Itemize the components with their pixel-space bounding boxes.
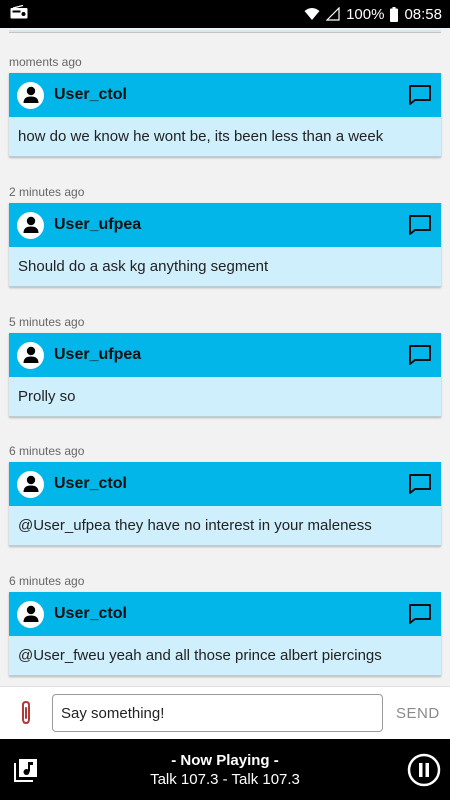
message-card: User_ctol how do we know he wont be, its… [9, 73, 441, 157]
avatar [17, 341, 44, 369]
reply-icon[interactable] [407, 471, 433, 497]
message-time: 6 minutes ago [9, 444, 85, 458]
username: User_ufpea [54, 216, 142, 233]
avatar [17, 470, 44, 498]
person-icon [23, 605, 38, 622]
username: User_ctol [54, 86, 127, 103]
now-playing-label: - Now Playing - [171, 751, 279, 769]
username: User_ctol [54, 475, 127, 492]
message-time: moments ago [9, 55, 82, 69]
previous-message-edge [9, 30, 441, 33]
message-card: User_ctol @User_fweu yeah and all those … [9, 592, 441, 676]
wifi-icon [304, 7, 320, 21]
person-icon [23, 216, 38, 233]
message-text: @User_ufpea they have no interest in you… [9, 506, 441, 546]
reply-icon[interactable] [407, 212, 433, 238]
status-bar: 100% 08:58 [0, 0, 450, 28]
person-icon [23, 86, 38, 103]
message-feed[interactable]: moments ago User_ctol how do we know he … [0, 28, 450, 686]
now-playing-bar: - Now Playing - Talk 107.3 - Talk 107.3 [0, 739, 450, 800]
message-item: 5 minutes ago User_ufpea Prolly so [9, 313, 441, 417]
now-playing-track: Talk 107.3 - Talk 107.3 [150, 770, 300, 788]
pause-icon [407, 753, 441, 786]
status-left [10, 4, 28, 24]
avatar [17, 81, 44, 109]
message-header: User_ufpea [9, 333, 441, 377]
message-item: 6 minutes ago User_ctol @User_ufpea they… [9, 442, 441, 546]
avatar [17, 211, 44, 239]
message-text: Prolly so [9, 377, 441, 417]
message-header: User_ctol [9, 73, 441, 117]
message-header: User_ufpea [9, 203, 441, 247]
person-icon [23, 475, 38, 492]
clock: 08:58 [404, 5, 442, 23]
paperclip-icon [22, 700, 30, 725]
reply-icon[interactable] [407, 82, 433, 108]
message-text: how do we know he wont be, its been less… [9, 117, 441, 157]
message-time: 2 minutes ago [9, 185, 85, 199]
battery-icon [390, 6, 399, 22]
message-input[interactable] [52, 694, 383, 732]
signal-icon [326, 7, 340, 21]
now-playing-info[interactable]: - Now Playing - Talk 107.3 - Talk 107.3 [52, 751, 398, 789]
playlist-button[interactable] [0, 758, 52, 782]
username: User_ctol [54, 605, 127, 622]
message-card: User_ufpea Should do a ask kg anything s… [9, 203, 441, 287]
reply-icon[interactable] [407, 342, 433, 368]
message-composer: SEND [0, 686, 450, 739]
radio-app-icon [10, 4, 28, 24]
avatar [17, 600, 44, 628]
message-header: User_ctol [9, 462, 441, 506]
message-header: User_ctol [9, 592, 441, 636]
pause-button[interactable] [398, 753, 450, 787]
message-text: @User_fweu yeah and all those prince alb… [9, 636, 441, 676]
message-card: User_ufpea Prolly so [9, 333, 441, 417]
message-item: 2 minutes ago User_ufpea Should do a ask… [9, 183, 441, 287]
message-card: User_ctol @User_ufpea they have no inter… [9, 462, 441, 546]
message-text: Should do a ask kg anything segment [9, 247, 441, 287]
music-library-icon [14, 758, 37, 782]
message-item: 6 minutes ago User_ctol @User_fweu yeah … [9, 572, 441, 676]
send-button[interactable]: SEND [396, 705, 440, 722]
attachment-button[interactable] [0, 687, 52, 740]
message-item: moments ago User_ctol how do we know he … [9, 53, 441, 157]
battery-percent: 100% [346, 5, 385, 23]
message-time: 5 minutes ago [9, 315, 85, 329]
message-time: 6 minutes ago [9, 574, 85, 588]
reply-icon[interactable] [407, 601, 433, 627]
status-right: 100% 08:58 [304, 6, 442, 23]
username: User_ufpea [54, 346, 142, 363]
person-icon [23, 346, 38, 363]
